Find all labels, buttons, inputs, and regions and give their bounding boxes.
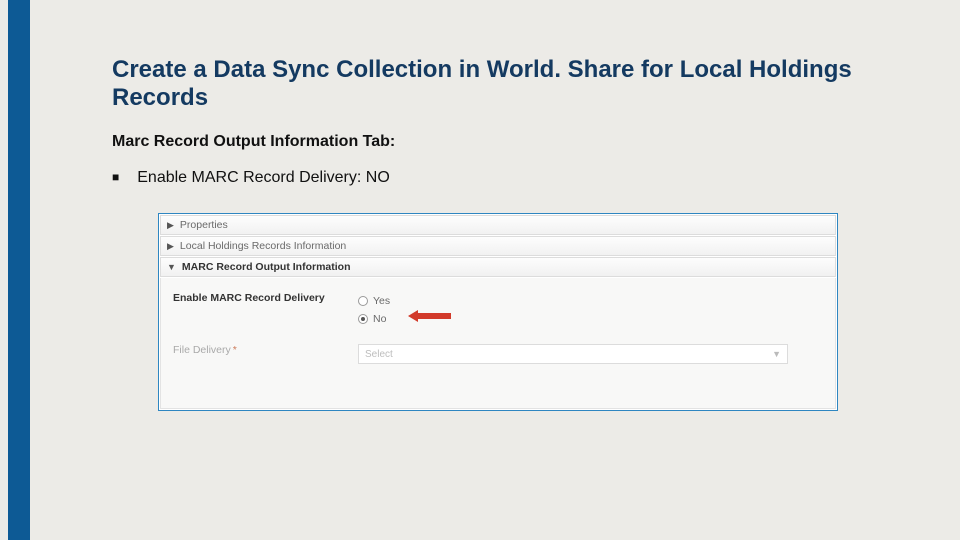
radio-yes[interactable]: Yes: [358, 292, 390, 310]
row-enable-delivery: Enable MARC Record Delivery Yes No: [173, 292, 823, 328]
panel-marc-output[interactable]: ▼ MARC Record Output Information: [160, 257, 836, 277]
radio-group-enable-delivery: Yes No: [358, 292, 390, 328]
panel-properties-label: Properties: [180, 219, 228, 231]
caret-right-icon: ▶: [167, 220, 174, 231]
label-enable-delivery: Enable MARC Record Delivery: [173, 292, 358, 304]
radio-yes-label: Yes: [373, 295, 390, 307]
panel-marc-output-label: MARC Record Output Information: [182, 261, 351, 273]
label-file-delivery-text: File Delivery: [173, 344, 231, 356]
chevron-down-icon: ▼: [772, 349, 781, 359]
radio-no-label: No: [373, 313, 386, 325]
radio-icon: [358, 314, 368, 324]
square-bullet-icon: ■: [112, 170, 119, 184]
panel-local-holdings-label: Local Holdings Records Information: [180, 240, 346, 252]
page-title: Create a Data Sync Collection in World. …: [112, 56, 902, 111]
select-file-delivery[interactable]: Select ▼: [358, 344, 788, 364]
required-star-icon: *: [233, 344, 237, 356]
bullet-item: ■ Enable MARC Record Delivery: NO: [112, 169, 902, 187]
panel-local-holdings[interactable]: ▶ Local Holdings Records Information: [160, 236, 836, 256]
slide-accent-bar: [8, 0, 30, 540]
label-file-delivery: File Delivery*: [173, 344, 358, 356]
panel-properties[interactable]: ▶ Properties: [160, 215, 836, 235]
select-placeholder: Select: [365, 349, 393, 360]
embedded-screenshot: ▶ Properties ▶ Local Holdings Records In…: [158, 213, 838, 411]
row-file-delivery: File Delivery* Select ▼: [173, 344, 823, 364]
caret-right-icon: ▶: [167, 241, 174, 252]
slide-content: Create a Data Sync Collection in World. …: [112, 56, 902, 411]
radio-no[interactable]: No: [358, 310, 390, 328]
panel-marc-output-body: Enable MARC Record Delivery Yes No: [160, 278, 836, 409]
bullet-text: Enable MARC Record Delivery: NO: [137, 169, 390, 187]
caret-down-icon: ▼: [167, 262, 176, 272]
section-subtitle: Marc Record Output Information Tab:: [112, 133, 902, 151]
radio-icon: [358, 296, 368, 306]
